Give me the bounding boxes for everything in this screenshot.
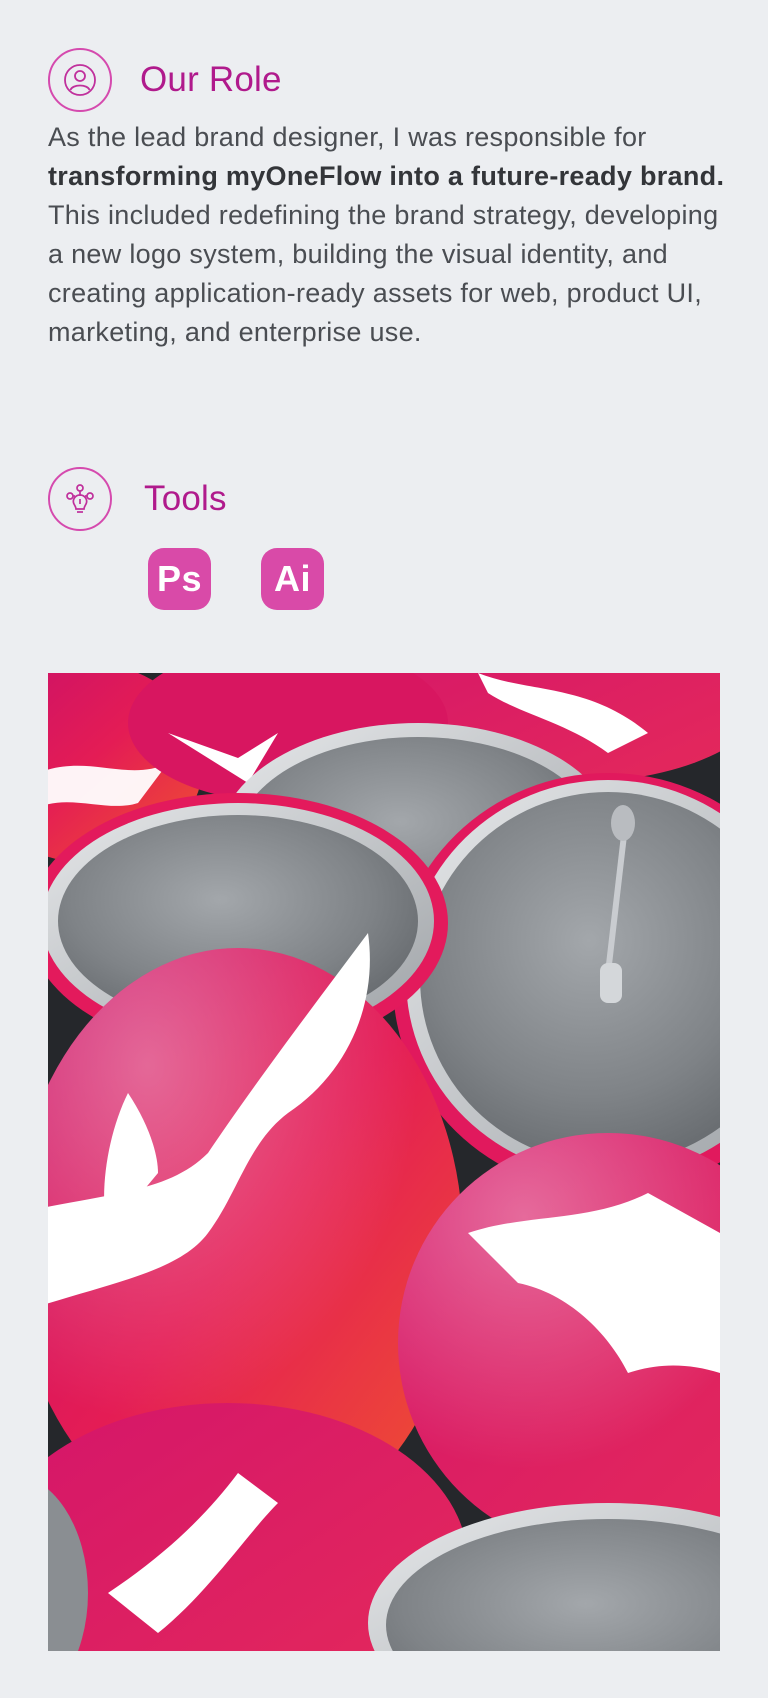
role-details: This included redefining the brand strat… [48,200,719,347]
tool-badges: Ps Ai [148,548,374,610]
role-title: Our Role [140,60,282,99]
tools-header: Tools [48,467,227,531]
brain-network-icon [48,467,112,531]
branded-pins-image [48,673,720,1651]
photoshop-icon: Ps [148,548,211,610]
role-intro: As the lead brand designer, I was respon… [48,122,647,152]
role-highlight: transforming myOneFlow into a future-rea… [48,161,725,191]
user-circle-icon [48,48,112,112]
role-header: Our Role [48,48,282,112]
tools-title: Tools [144,479,227,518]
role-description: As the lead brand designer, I was respon… [48,118,728,352]
illustrator-icon: Ai [261,548,324,610]
